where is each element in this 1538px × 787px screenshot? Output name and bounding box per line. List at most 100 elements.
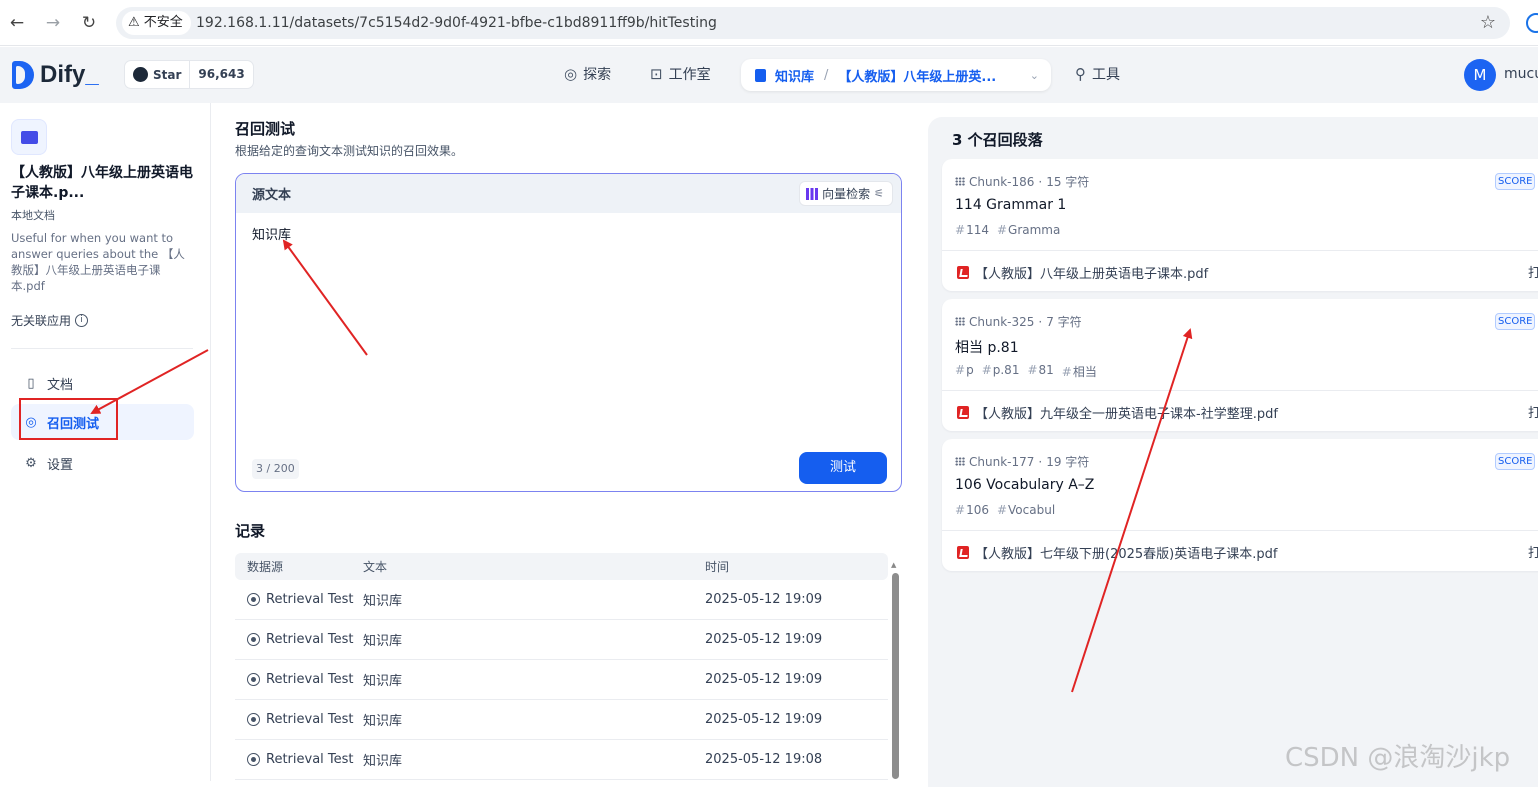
score-badge: SCORE [1495, 173, 1536, 190]
grid-icon [806, 187, 819, 200]
chunk-meta: Chunk-325 · 7 字符 [955, 313, 1082, 330]
security-indicator[interactable]: ⚠ 不安全 [122, 11, 191, 35]
chunk-card[interactable]: Chunk-325·7 字符 SCORE 相当 p.81 pp.8181相当 【… [942, 299, 1538, 431]
hammer-icon: ⚲ [1075, 65, 1086, 83]
gear-icon: ⚙ [25, 455, 37, 471]
robot-icon: ⊡ [650, 65, 663, 83]
address-bar[interactable]: ⚠ 不安全 192.168.1.11/datasets/7c5154d2-9d0… [116, 7, 1510, 39]
table-row[interactable]: Retrieval Test 知识库 2025-05-12 19:09 [235, 660, 888, 700]
chunk-content: 106 Vocabulary A–Z [955, 477, 1095, 493]
results-panel: 3 个召回段落 Chunk-186 · 15 字符 SCORE 114 Gramma… [928, 117, 1538, 787]
reload-icon[interactable]: ↻ [78, 12, 100, 34]
github-icon [133, 67, 148, 82]
record-source: Retrieval Test [266, 632, 354, 647]
nav-tools-label: 工具 [1092, 67, 1120, 83]
record-text: 知识库 [363, 714, 403, 729]
query-textarea[interactable]: 知识库 [252, 224, 291, 243]
records-header: 数据源 文本 时间 [235, 553, 888, 580]
security-label: 不安全 [143, 15, 183, 30]
nav-knowledge[interactable]: 知识库 / 【人教版】八年级上册英... ⌄ [741, 59, 1051, 91]
username[interactable]: mucu [1504, 66, 1538, 82]
open-chunk-link[interactable]: 打 [1528, 402, 1538, 421]
nav-tools[interactable]: ⚲ 工具 [1075, 57, 1120, 91]
bookmark-star-icon[interactable]: ☆ [1480, 7, 1496, 39]
nav-studio-label: 工作室 [668, 67, 711, 83]
scroll-up-arrow-icon[interactable]: ▲ [891, 561, 896, 569]
chunk-id: Chunk-325 [969, 314, 1035, 329]
nav-studio[interactable]: ⊡ 工作室 [650, 57, 711, 91]
chunk-card[interactable]: Chunk-186·15 字符 SCORE 114 Grammar 1 114G… [942, 159, 1538, 291]
table-row[interactable]: Retrieval Test 知识库 2025-05-12 19:09 [235, 620, 888, 660]
table-row[interactable]: Retrieval Test 知识库 2025-05-12 19:09 [235, 580, 888, 620]
page-subtitle: 根据给定的查询文本测试知识的召回效果。 [235, 144, 464, 158]
nav-explore[interactable]: ◎ 探索 [564, 57, 611, 91]
open-chunk-link[interactable]: 打 [1528, 542, 1538, 561]
chunk-card[interactable]: Chunk-177 · 19 字符 SCORE 106 Vocabulary A–Z… [942, 439, 1538, 571]
query-box: 源文本 向量检索 ⚟ 知识库 3 / 200 测试 [235, 173, 902, 492]
chunk-file-name: 【人教版】七年级下册(2025春版)英语电子课本.pdf [975, 547, 1278, 562]
records-title: 记录 [235, 522, 266, 540]
sidebar-item-label: 文档 [47, 377, 74, 393]
table-row[interactable]: Retrieval Test 知识库 2025-05-12 19:08 [235, 740, 888, 780]
target-icon [247, 593, 260, 606]
score-badge: SCORE [1495, 453, 1536, 470]
record-time: 2025-05-12 19:09 [705, 712, 823, 727]
browser-profile-icon[interactable] [1526, 13, 1538, 33]
chunk-source-file: 【人教版】八年级上册英语电子课本.pdf [957, 263, 1208, 282]
pdf-icon [957, 546, 969, 559]
chunk-chars: 19 字符 [1046, 455, 1090, 469]
forward-arrow-icon[interactable]: → [42, 12, 64, 34]
nav-knowledge-label[interactable]: 知识库 [775, 66, 814, 85]
score-badge: SCORE [1495, 313, 1536, 330]
dataset-name: 【人教版】八年级上册英语电子课本.p... [11, 165, 193, 201]
dify-logo[interactable]: Dify_ [12, 60, 99, 90]
github-star-label: Star [153, 67, 182, 82]
back-arrow-icon[interactable]: ← [6, 12, 28, 34]
query-box-header: 源文本 向量检索 ⚟ [236, 174, 901, 213]
retrieval-method-button[interactable]: 向量检索 ⚟ [799, 181, 893, 206]
chunk-file-name: 【人教版】九年级全一册英语电子课本-社学整理.pdf [975, 407, 1278, 422]
record-time: 2025-05-12 19:08 [705, 752, 823, 767]
github-star-count: 96,643 [189, 61, 252, 88]
sidebar-divider [11, 348, 193, 349]
target-icon [247, 713, 260, 726]
scroll-thumb[interactable] [892, 573, 899, 779]
chunk-meta: Chunk-177 · 19 字符 [955, 453, 1089, 470]
page-title: 召回测试 [235, 120, 296, 138]
sidebar-item-documents[interactable]: ▯ 文档 [11, 365, 194, 401]
unlinked-apps-label: 无关联应用 [11, 314, 72, 328]
open-chunk-link[interactable]: 打 [1528, 262, 1538, 281]
results-title: 3 个召回段落 [952, 131, 1043, 149]
chevron-down-icon[interactable]: ⌄ [1030, 69, 1039, 82]
chunk-chars: 15 字符 [1046, 175, 1090, 189]
info-icon[interactable]: i [75, 314, 89, 327]
avatar[interactable]: M [1464, 59, 1496, 91]
sidebar-item-settings[interactable]: ⚙ 设置 [11, 445, 194, 481]
watermark: CSDN @浪淘沙jkp [1285, 743, 1511, 773]
current-dataset-selector[interactable]: 【人教版】八年级上册英... [838, 66, 996, 85]
retrieval-method-label: 向量检索 [822, 187, 871, 201]
records-table: 数据源 文本 时间 Retrieval Test 知识库 2025-05-12 … [235, 553, 888, 781]
record-source: Retrieval Test [266, 592, 354, 607]
chunk-source-file: 【人教版】七年级下册(2025春版)英语电子课本.pdf [957, 543, 1277, 562]
nav-explore-label: 探索 [583, 67, 612, 83]
chunk-chars: 7 字符 [1046, 315, 1082, 329]
chunk-id: Chunk-177 [969, 454, 1035, 469]
github-star-button[interactable]: Star 96,643 [124, 60, 254, 89]
url-text[interactable]: 192.168.1.11/datasets/7c5154d2-9d0f-4921… [196, 7, 717, 39]
chunk-content: 114 Grammar 1 [955, 197, 1067, 213]
pdf-icon [957, 266, 969, 279]
results-section: 3 个召回段落 Chunk-186 · 15 字符 SCORE 114 Gramma… [928, 103, 1538, 787]
dataset-description: Useful for when you want to answer queri… [11, 231, 185, 293]
records-scrollbar[interactable]: ▲ [891, 561, 900, 779]
table-row[interactable]: Retrieval Test 知识库 2025-05-12 19:09 [235, 700, 888, 740]
drag-dots-icon [955, 457, 965, 466]
column-text: 文本 [363, 560, 388, 574]
annotation-highlight-box [19, 398, 118, 440]
app-header: Dify_ Star 96,643 ◎ 探索 ⊡ 工作室 知识库 / 【人教版】八年… [0, 47, 1538, 103]
retrieval-test-panel: 召回测试 根据给定的查询文本测试知识的召回效果。 源文本 向量检索 ⚟ 知识库 … [211, 103, 928, 781]
settings-sliders-icon: ⚟ [874, 187, 884, 200]
record-source: Retrieval Test [266, 672, 354, 687]
sidebar-item-label: 设置 [47, 457, 74, 473]
test-button[interactable]: 测试 [799, 452, 887, 484]
